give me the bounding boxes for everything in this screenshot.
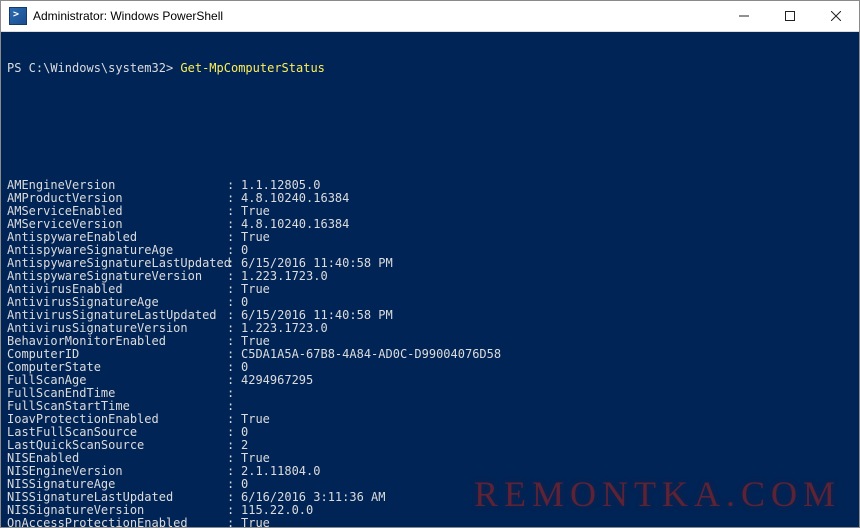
output-rows: AMEngineVersion: 1.1.12805.0AMProductVer… bbox=[7, 179, 853, 527]
output-row: AMServiceEnabled: True bbox=[7, 205, 853, 218]
output-row: AntispywareSignatureVersion: 1.223.1723.… bbox=[7, 270, 853, 283]
output-row: AMProductVersion: 4.8.10240.16384 bbox=[7, 192, 853, 205]
terminal[interactable]: PS C:\Windows\system32> Get-MpComputerSt… bbox=[1, 32, 859, 527]
output-row: FullScanAge: 4294967295 bbox=[7, 374, 853, 387]
powershell-icon bbox=[9, 7, 27, 25]
command-text: Get-MpComputerStatus bbox=[180, 61, 325, 75]
output-row: AMEngineVersion: 1.1.12805.0 bbox=[7, 179, 853, 192]
blank-line bbox=[7, 101, 853, 114]
prompt-line-1: PS C:\Windows\system32> Get-MpComputerSt… bbox=[7, 62, 853, 75]
blank-line bbox=[7, 140, 853, 153]
output-key: OnAccessProtectionEnabled bbox=[7, 517, 227, 527]
output-sep: : bbox=[227, 517, 241, 527]
output-value: True bbox=[241, 517, 270, 527]
window: Administrator: Windows PowerShell PS C:\… bbox=[0, 0, 860, 528]
output-value: C5DA1A5A-67B8-4A84-AD0C-D99004076D58 bbox=[241, 348, 501, 361]
minimize-icon bbox=[739, 11, 749, 21]
output-row: FullScanEndTime: bbox=[7, 387, 853, 400]
output-value: 2.1.11804.0 bbox=[241, 465, 320, 478]
minimize-button[interactable] bbox=[721, 1, 767, 31]
output-value: 4294967295 bbox=[241, 374, 313, 387]
output-row: NISEngineVersion: 2.1.11804.0 bbox=[7, 465, 853, 478]
output-row: NISEnabled: True bbox=[7, 452, 853, 465]
maximize-button[interactable] bbox=[767, 1, 813, 31]
window-title: Administrator: Windows PowerShell bbox=[33, 9, 223, 23]
close-button[interactable] bbox=[813, 1, 859, 31]
maximize-icon bbox=[785, 11, 795, 21]
titlebar[interactable]: Administrator: Windows PowerShell bbox=[1, 1, 859, 32]
output-row: LastQuickScanSource: 2 bbox=[7, 439, 853, 452]
close-icon bbox=[831, 11, 841, 21]
output-row: ComputerState: 0 bbox=[7, 361, 853, 374]
prompt-text: PS C:\Windows\system32> bbox=[7, 61, 173, 75]
output-row: OnAccessProtectionEnabled: True bbox=[7, 517, 853, 527]
output-row: ComputerID: C5DA1A5A-67B8-4A84-AD0C-D990… bbox=[7, 348, 853, 361]
